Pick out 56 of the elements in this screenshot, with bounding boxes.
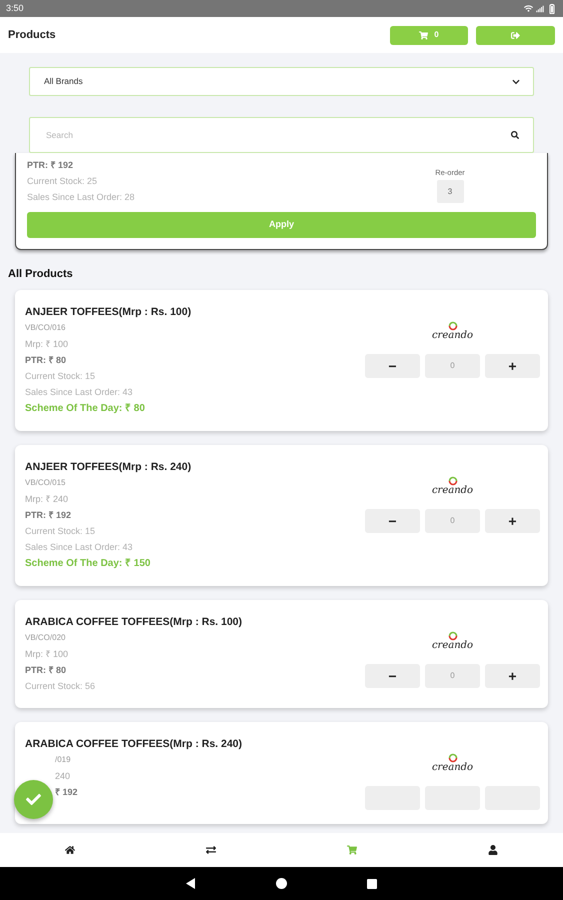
product-code: VB/CO/020 xyxy=(25,632,66,644)
decrease-button[interactable]: − xyxy=(365,509,420,533)
signal-icon xyxy=(536,4,544,12)
search-field[interactable]: Search xyxy=(29,117,534,153)
decrease-button[interactable]: − xyxy=(365,354,420,378)
page-title: Products xyxy=(8,28,56,43)
brand-logo: creando xyxy=(432,753,474,773)
sales-text: Sales Since Last Order: 43 xyxy=(25,386,133,399)
transfer-arrows-icon[interactable] xyxy=(206,845,216,855)
increase-button[interactable]: + xyxy=(485,354,540,378)
increase-button[interactable]: + xyxy=(485,664,540,688)
wifi-icon xyxy=(524,4,533,13)
ptr-text: PTR: ₹ 80 xyxy=(25,664,66,677)
section-title: All Products xyxy=(8,267,73,281)
reorder-field[interactable]: 3 xyxy=(436,180,464,204)
product-code: VB/CO/015 xyxy=(25,477,66,489)
ptr-text: PTR: ₹ 80 xyxy=(25,354,66,367)
brand-logo: creando xyxy=(432,321,474,341)
home-circle-icon[interactable] xyxy=(276,878,287,889)
product-name: ARABICA COFFEE TOFFEES(Mrp : Rs. 240) xyxy=(25,737,242,751)
search-icon xyxy=(511,131,519,139)
scheme-text: Scheme Of The Day: ₹ 80 xyxy=(25,402,145,416)
scheme-text: Scheme Of The Day: ₹ 150 xyxy=(25,557,150,571)
increase-button[interactable]: + xyxy=(485,509,540,533)
product-name: ANJEER TOFFEES(Mrp : Rs. 100) xyxy=(25,305,192,319)
ptr-text: PTR: ₹ 192 xyxy=(25,509,72,522)
stock-text: Current Stock: 25 xyxy=(27,175,98,188)
back-icon[interactable] xyxy=(186,878,196,889)
sales-text: Sales Since Last Order: 28 xyxy=(27,191,135,204)
stock-text: Current Stock: 56 xyxy=(25,680,96,693)
battery-icon xyxy=(547,4,557,14)
ptr-text: PTR: ₹ 192 xyxy=(27,159,74,172)
product-name: ANJEER TOFFEES(Mrp : Rs. 240) xyxy=(25,460,192,474)
stock-text: Current Stock: 15 xyxy=(25,370,96,383)
check-icon xyxy=(26,792,41,807)
stock-text: Current Stock: 15 xyxy=(25,525,96,538)
recents-icon[interactable] xyxy=(367,878,377,888)
mrp-text: Mrp: ₹ 240 xyxy=(25,493,68,506)
mrp-text: Mrp: ₹ 100 xyxy=(25,338,68,351)
decrease-button[interactable]: − xyxy=(365,664,420,688)
sales-text: Sales Since Last Order: 43 xyxy=(25,541,133,554)
brand-dropdown[interactable]: All Brands xyxy=(29,67,534,96)
cart-icon xyxy=(419,30,428,40)
ptr-text: ₹ 192 xyxy=(55,786,78,799)
mrp-text: 240 xyxy=(55,770,70,783)
brand-logo: creando xyxy=(432,476,474,496)
product-name: ARABICA COFFEE TOFFEES(Mrp : Rs. 100) xyxy=(25,615,242,629)
product-code: VB/CO/016 xyxy=(25,322,66,334)
chevron-down-icon xyxy=(512,78,520,86)
logout-icon xyxy=(511,30,520,40)
status-time: 3:50 xyxy=(6,2,24,15)
brand-logo: creando xyxy=(432,631,474,651)
home-icon[interactable] xyxy=(65,845,76,855)
product-code: /019 xyxy=(55,754,71,766)
user-icon[interactable] xyxy=(488,845,498,855)
mrp-text: Mrp: ₹ 100 xyxy=(25,648,68,661)
